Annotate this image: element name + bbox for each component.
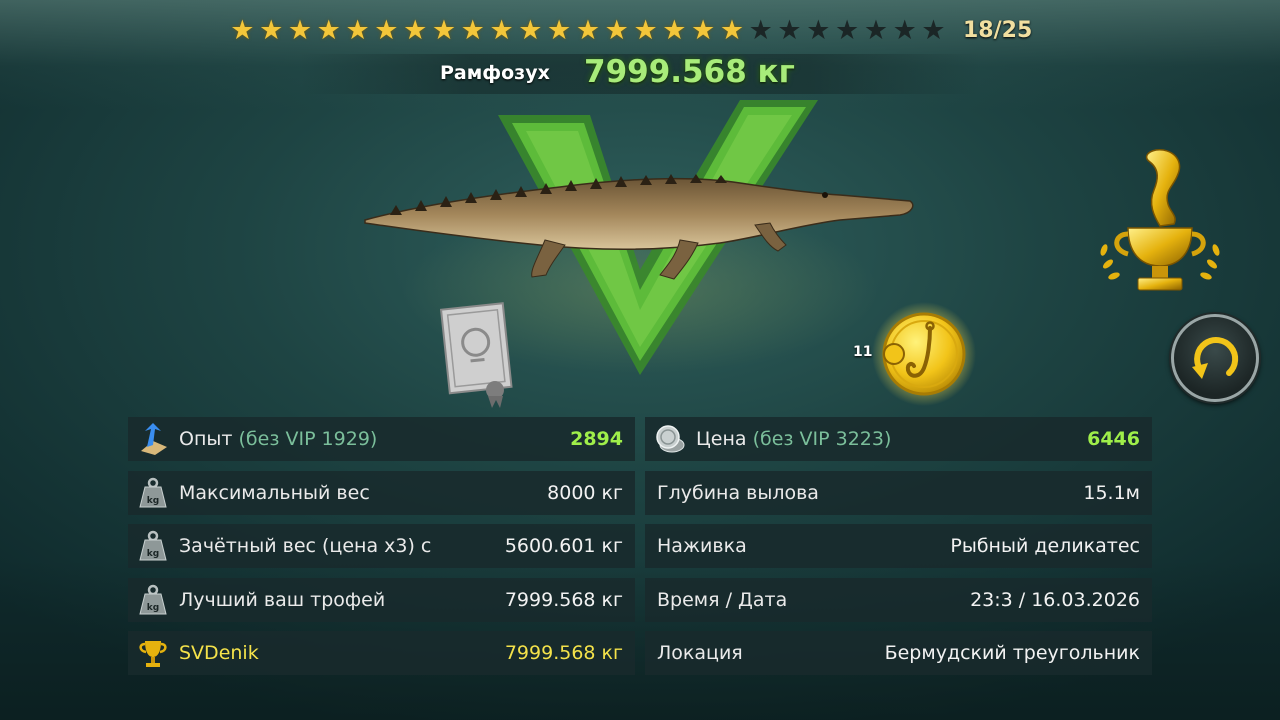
stat-row-credit-weight: kg Зачётный вес (цена х3) с 5600.601 кг	[128, 524, 635, 568]
experience-arrow-icon	[141, 423, 167, 455]
hook-coin-icon[interactable]	[872, 302, 976, 406]
stat-label: Зачётный вес (цена х3) с	[179, 535, 432, 557]
repeat-button[interactable]	[1171, 314, 1259, 402]
stat-value: Бермудский треугольник	[884, 642, 1140, 664]
stat-value: 7999.568 кг	[504, 642, 623, 664]
stat-label: Максимальный вес	[179, 482, 370, 504]
star-count: 18/25	[963, 18, 1033, 43]
star-empty-icon: ★	[835, 15, 860, 46]
stat-row-time-date: Время / Дата 23:3 / 16.03.2026	[645, 578, 1152, 622]
star-filled-icon: ★	[230, 15, 255, 46]
star-filled-icon: ★	[316, 15, 341, 46]
stat-sublabel: (без VIP 1929)	[238, 428, 378, 450]
star-empty-icon: ★	[921, 15, 946, 46]
fish-weight: 7999.568 кг	[584, 54, 795, 90]
stat-label: Локация	[657, 642, 743, 664]
star-rating: ★ ★ ★ ★ ★ ★ ★ ★ ★ ★ ★ ★ ★ ★ ★ ★ ★ ★ ★ ★ ★ ★ ★ ★ ★	[228, 16, 948, 46]
stat-row-max-weight: kg Максимальный вес 8000 кг	[128, 471, 635, 515]
star-empty-icon: ★	[748, 15, 773, 46]
stat-value: 6446	[1087, 428, 1140, 450]
star-empty-icon: ★	[892, 15, 917, 46]
star-filled-icon: ★	[374, 15, 399, 46]
silver-coins-icon	[656, 425, 685, 453]
stat-sublabel: (без VIP 3223)	[752, 428, 892, 450]
stat-label: Лучший ваш трофей	[179, 589, 386, 611]
star-filled-icon: ★	[403, 15, 428, 46]
star-filled-icon: ★	[633, 15, 658, 46]
certificate-icon[interactable]	[440, 300, 518, 410]
stat-value: Рыбный деликатес	[950, 535, 1140, 557]
svg-text:kg: kg	[147, 496, 159, 506]
gold-trophy-icon[interactable]	[1098, 146, 1222, 302]
star-filled-icon: ★	[460, 15, 485, 46]
stat-value: 5600.601 кг	[504, 535, 623, 557]
stat-row-depth: Глубина вылова 15.1м	[645, 471, 1152, 515]
crocodile-image	[364, 174, 914, 280]
star-filled-icon: ★	[604, 15, 629, 46]
svg-text:kg: kg	[147, 603, 159, 613]
record-holder-name[interactable]: SVDenik	[179, 631, 259, 675]
stat-row-bait: Наживка Рыбный деликатес	[645, 524, 1152, 568]
kg-weight-icon: kg	[139, 530, 167, 561]
coin-count: 11	[853, 344, 873, 360]
star-filled-icon: ★	[575, 15, 601, 46]
svg-text:kg: kg	[147, 549, 159, 559]
star-filled-icon: ★	[259, 15, 284, 46]
stat-label: Наживка	[657, 535, 747, 557]
stat-label: Глубина вылова	[657, 482, 819, 504]
star-filled-icon: ★	[431, 15, 457, 46]
stat-label: Цена	[696, 428, 747, 450]
star-empty-icon: ★	[777, 15, 802, 46]
fish-name: Рамфозух	[440, 62, 550, 84]
stat-row-record-holder[interactable]: SVDenik 7999.568 кг	[128, 631, 635, 675]
star-empty-icon: ★	[806, 15, 831, 46]
stat-value: 2894	[570, 428, 623, 450]
stat-row-experience: Опыт (без VIP 1929) 2894	[128, 417, 635, 461]
star-filled-icon: ★	[345, 15, 370, 46]
trophy-cup-icon	[139, 641, 167, 667]
stat-label: Время / Дата	[657, 589, 788, 611]
stat-value: 15.1м	[1083, 482, 1140, 504]
star-filled-icon: ★	[547, 15, 572, 46]
star-filled-icon: ★	[662, 15, 687, 46]
star-filled-icon: ★	[719, 15, 745, 46]
stat-label: Опыт	[179, 428, 233, 450]
stat-value: 23:3 / 16.03.2026	[970, 589, 1140, 611]
star-filled-icon: ★	[691, 15, 716, 46]
star-empty-icon: ★	[863, 15, 889, 46]
star-filled-icon: ★	[287, 15, 313, 46]
stat-value: 8000 кг	[547, 482, 623, 504]
kg-weight-icon: kg	[139, 477, 167, 508]
stat-value: 7999.568 кг	[504, 589, 623, 611]
stat-row-price: Цена (без VIP 3223) 6446	[645, 417, 1152, 461]
star-filled-icon: ★	[489, 15, 514, 46]
stat-row-location: Локация Бермудский треугольник	[645, 631, 1152, 675]
kg-weight-icon: kg	[139, 584, 167, 615]
star-filled-icon: ★	[518, 15, 543, 46]
stat-row-best-trophy: kg Лучший ваш трофей 7999.568 кг	[128, 578, 635, 622]
repeat-icon	[1192, 337, 1239, 379]
